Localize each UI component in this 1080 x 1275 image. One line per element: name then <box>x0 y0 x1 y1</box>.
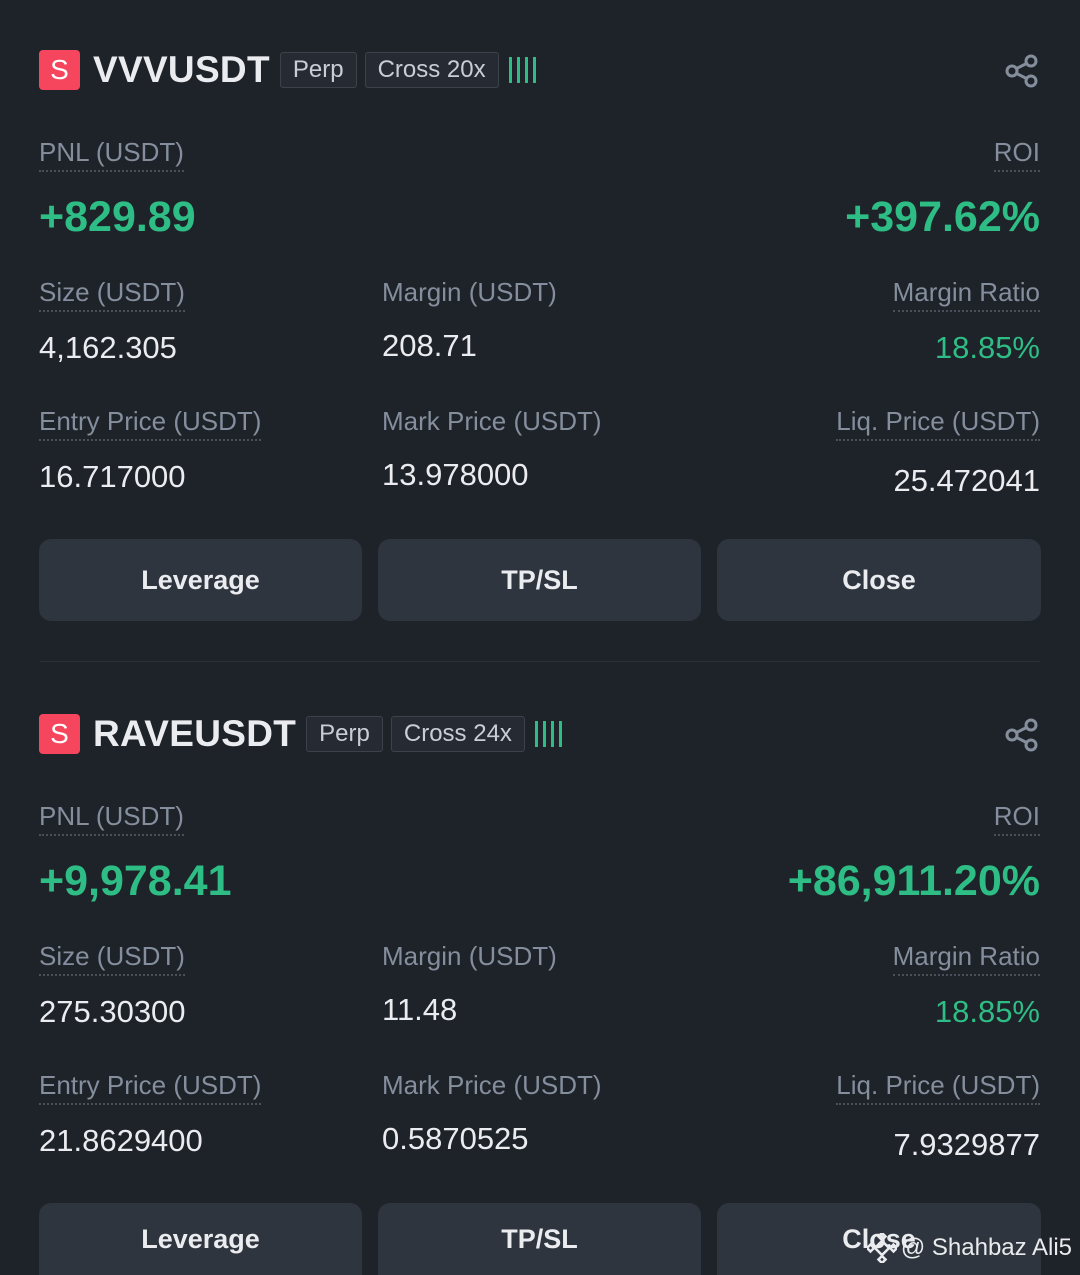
leverage-button[interactable]: Leverage <box>39 539 362 621</box>
position-header: S VVVUSDT Perp Cross 20x <box>39 49 536 91</box>
position-card: S RAVEUSDT Perp Cross 24x PNL (USDT) ROI… <box>0 664 1080 1275</box>
margin-ratio-label[interactable]: Margin Ratio <box>892 278 1040 312</box>
pnl-label[interactable]: PNL (USDT) <box>39 802 184 836</box>
tpsl-button[interactable]: TP/SL <box>378 1203 701 1275</box>
risk-bars-icon <box>508 57 536 83</box>
close-button[interactable]: Close <box>717 539 1041 621</box>
size-value: 275.30300 <box>39 994 186 1029</box>
margin-ratio-label[interactable]: Margin Ratio <box>892 942 1040 976</box>
margin-value: 208.71 <box>382 328 477 363</box>
roi-value: +397.62% <box>845 193 1040 241</box>
liq-price-value: 25.472041 <box>893 463 1040 498</box>
share-icon[interactable] <box>1004 717 1040 753</box>
margin-ratio-value: 18.85% <box>934 994 1040 1029</box>
watermark: @ Shahbaz Ali5 <box>866 1233 1072 1263</box>
type-tag: Perp <box>306 716 383 752</box>
watermark-text: @ Shahbaz Ali5 <box>900 1234 1072 1261</box>
margin-mode-tag[interactable]: Cross 20x <box>364 52 499 88</box>
mark-price-label: Mark Price (USDT) <box>382 1070 602 1100</box>
entry-price-label[interactable]: Entry Price (USDT) <box>39 407 262 441</box>
risk-bars-icon <box>534 721 562 747</box>
margin-label: Margin (USDT) <box>382 277 557 307</box>
size-label[interactable]: Size (USDT) <box>39 942 185 976</box>
divider <box>40 661 1040 662</box>
size-value: 4,162.305 <box>39 330 177 365</box>
position-header: S RAVEUSDT Perp Cross 24x <box>39 713 562 755</box>
entry-price-value: 21.8629400 <box>39 1123 203 1158</box>
side-badge: S <box>39 714 80 754</box>
pnl-label[interactable]: PNL (USDT) <box>39 138 184 172</box>
entry-price-value: 16.717000 <box>39 459 186 494</box>
margin-ratio-value: 18.85% <box>934 330 1040 365</box>
roi-label[interactable]: ROI <box>993 802 1040 836</box>
mark-price-value: 0.5870525 <box>382 1121 529 1156</box>
liq-price-label[interactable]: Liq. Price (USDT) <box>836 1071 1040 1105</box>
side-badge: S <box>39 50 80 90</box>
share-icon[interactable] <box>1004 53 1040 89</box>
pnl-value: +9,978.41 <box>39 857 232 905</box>
size-label[interactable]: Size (USDT) <box>39 278 185 312</box>
entry-price-label[interactable]: Entry Price (USDT) <box>39 1071 262 1105</box>
symbol-name[interactable]: VVVUSDT <box>93 49 270 91</box>
margin-mode-tag[interactable]: Cross 24x <box>390 716 525 752</box>
tpsl-button[interactable]: TP/SL <box>378 539 701 621</box>
mark-price-value: 13.978000 <box>382 457 529 492</box>
leverage-button[interactable]: Leverage <box>39 1203 362 1275</box>
mark-price-label: Mark Price (USDT) <box>382 406 602 436</box>
type-tag: Perp <box>279 52 357 88</box>
pnl-value: +829.89 <box>39 193 196 241</box>
liq-price-label[interactable]: Liq. Price (USDT) <box>836 407 1040 441</box>
position-card: S VVVUSDT Perp Cross 20x PNL (USDT) ROI … <box>0 0 1080 661</box>
exchange-logo-icon <box>866 1233 897 1263</box>
roi-value: +86,911.20% <box>787 857 1040 905</box>
symbol-name[interactable]: RAVEUSDT <box>93 713 296 755</box>
liq-price-value: 7.9329877 <box>893 1127 1040 1162</box>
margin-value: 11.48 <box>382 992 458 1027</box>
roi-label[interactable]: ROI <box>993 138 1040 172</box>
margin-label: Margin (USDT) <box>382 941 557 971</box>
